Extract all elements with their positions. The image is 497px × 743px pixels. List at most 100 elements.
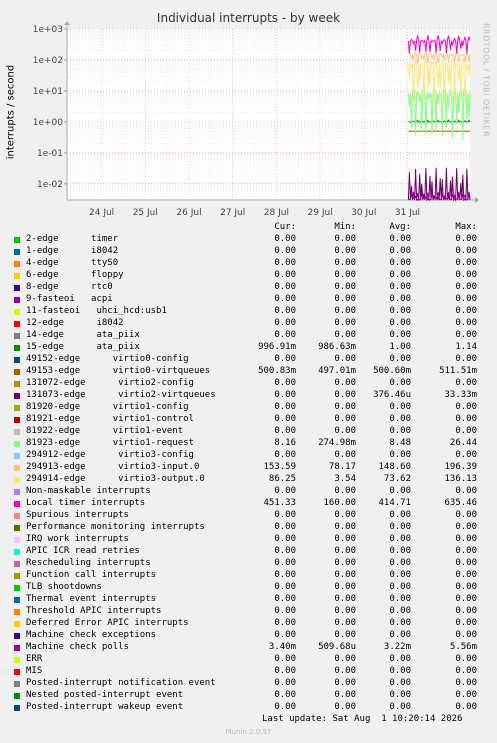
legend-cur-value: 0.00 [274, 258, 296, 268]
legend-min-value: 0.00 [334, 306, 356, 316]
legend-swatch [14, 249, 20, 255]
legend-avg-value: 0.00 [389, 702, 411, 712]
x-tick-label: 24 Jul [89, 208, 114, 218]
legend-max-value: 0.00 [455, 570, 477, 580]
legend-cur-value: 0.00 [274, 294, 296, 304]
legend-label: Spurious interrupts [26, 510, 129, 520]
legend-max-value: 0.00 [455, 486, 477, 496]
legend-cur-value: 0.00 [274, 450, 296, 460]
legend-min-value: 0.00 [334, 234, 356, 244]
legend-cur-value: 0.00 [274, 270, 296, 280]
legend-row: Thermal event interrupts 0.00 0.00 0.00 0.00 [0, 594, 497, 606]
legend-max-value: 0.00 [455, 630, 477, 640]
legend-row: Posted-interrupt notification event 0.00 0… [0, 678, 497, 690]
legend-row: Spurious interrupts 0.00 0.00 0.00 0.00 [0, 510, 497, 522]
legend-swatch [14, 381, 20, 387]
legend-cur-value: 0.00 [274, 486, 296, 496]
legend-row: 131072-edge virtio2-config 0.00 0.00 0.00 0.… [0, 378, 497, 390]
legend-avg-value: 0.00 [389, 426, 411, 436]
legend-cur-value: 451.33 [263, 498, 296, 508]
legend-swatch [14, 693, 20, 699]
legend-max-value: 0.00 [455, 690, 477, 700]
legend-max-value: 0.00 [455, 594, 477, 604]
legend-min-value: 0.00 [334, 618, 356, 628]
legend-avg-value: 0.00 [389, 234, 411, 244]
legend-avg-value: 376.46u [373, 390, 411, 400]
legend-min-value: 0.00 [334, 678, 356, 688]
legend-row: 1-edge i8042 0.00 0.00 0.00 0.00 [0, 246, 497, 258]
legend-max-value: 5.56m [449, 642, 477, 652]
legend-row: 81921-edge virtio1-control 0.00 0.00 0.00 0.… [0, 414, 497, 426]
legend-swatch [14, 681, 20, 687]
legend-cur-value: 0.00 [274, 414, 296, 424]
legend-avg-value: 73.62 [383, 474, 411, 484]
legend-max-value: 0.00 [455, 378, 477, 388]
legend-cur-value: 0.00 [274, 678, 296, 688]
legend-max-value: 0.00 [455, 582, 477, 592]
legend-min-value: 0.00 [334, 510, 356, 520]
legend-label: 6-edge floppy [26, 270, 124, 280]
legend-swatch [14, 645, 20, 651]
legend-min-value: 0.00 [334, 522, 356, 532]
munin-version: Munin 2.0.57 [225, 728, 272, 736]
legend-swatch [14, 429, 20, 435]
legend-max-value: 0.00 [455, 414, 477, 424]
legend-swatch [14, 405, 20, 411]
x-tick-label: 25 Jul [133, 208, 158, 218]
legend-cur-value: 0.00 [274, 606, 296, 616]
y-tick-label: 1e-02 [37, 180, 63, 190]
legend-row: Function call interrupts 0.00 0.00 0.00 0.00 [0, 570, 497, 582]
legend-max-value: 0.00 [455, 306, 477, 316]
x-tick-label: 30 Jul [351, 208, 376, 218]
legend-min-value: 0.00 [334, 258, 356, 268]
legend-avg-value: 0.00 [389, 450, 411, 460]
legend-label: Rescheduling interrupts [26, 558, 151, 568]
legend-min-value: 78.17 [328, 462, 356, 472]
legend-max-value: 0.00 [455, 450, 477, 460]
legend-label: Deferred Error APIC interrupts [26, 618, 189, 628]
legend-label: 49152-edge virtio0-config [26, 354, 189, 364]
legend-cur-value: 0.00 [274, 702, 296, 712]
legend-cur-value: 0.00 [274, 582, 296, 592]
legend-avg-value: 0.00 [389, 282, 411, 292]
legend-swatch [14, 441, 20, 447]
legend-max-value: 0.00 [455, 270, 477, 280]
legend-cur-value: 0.00 [274, 390, 296, 400]
legend-min-value: 0.00 [334, 558, 356, 568]
legend-max-value: 0.00 [455, 282, 477, 292]
legend-avg-value: 0.00 [389, 678, 411, 688]
legend-min-value: 0.00 [334, 354, 356, 364]
legend-min-value: 274.98m [318, 438, 356, 448]
legend-cur-value: 0.00 [274, 282, 296, 292]
legend-avg-value: 0.00 [389, 594, 411, 604]
legend-avg-value: 0.00 [389, 654, 411, 664]
legend-swatch [14, 321, 20, 327]
legend-swatch [14, 669, 20, 675]
x-tick-label: 28 Jul [264, 208, 289, 218]
legend-min-value: 0.00 [334, 702, 356, 712]
legend-row: 12-edge i8042 0.00 0.00 0.00 0.00 [0, 318, 497, 330]
legend-swatch [14, 393, 20, 399]
legend-min-value: 0.00 [334, 486, 356, 496]
x-tick-label: 27 Jul [220, 208, 245, 218]
legend-max-value: 0.00 [455, 606, 477, 616]
legend-swatch [14, 477, 20, 483]
header-max: Max: [455, 222, 477, 232]
legend-row: Machine check polls 3.40m 509.68u 3.22m 5.56… [0, 642, 497, 654]
legend-avg-value: 1.00 [389, 342, 411, 352]
legend-cur-value: 0.00 [274, 546, 296, 556]
legend-avg-value: 500.60m [373, 366, 411, 376]
legend-max-value: 0.00 [455, 426, 477, 436]
legend-row: 294912-edge virtio3-config 0.00 0.00 0.00 0.… [0, 450, 497, 462]
legend-label: 131073-edge virtio2-virtqueues [26, 390, 216, 400]
legend-max-value: 511.51m [439, 366, 477, 376]
legend-avg-value: 414.71 [378, 498, 411, 508]
legend-max-value: 0.00 [455, 294, 477, 304]
legend-max-value: 0.00 [455, 318, 477, 328]
legend-max-value: 0.00 [455, 666, 477, 676]
legend-swatch [14, 573, 20, 579]
legend-avg-value: 0.00 [389, 534, 411, 544]
legend-max-value: 0.00 [455, 618, 477, 628]
legend-avg-value: 0.00 [389, 258, 411, 268]
legend-label: 15-edge ata_piix [26, 342, 140, 352]
